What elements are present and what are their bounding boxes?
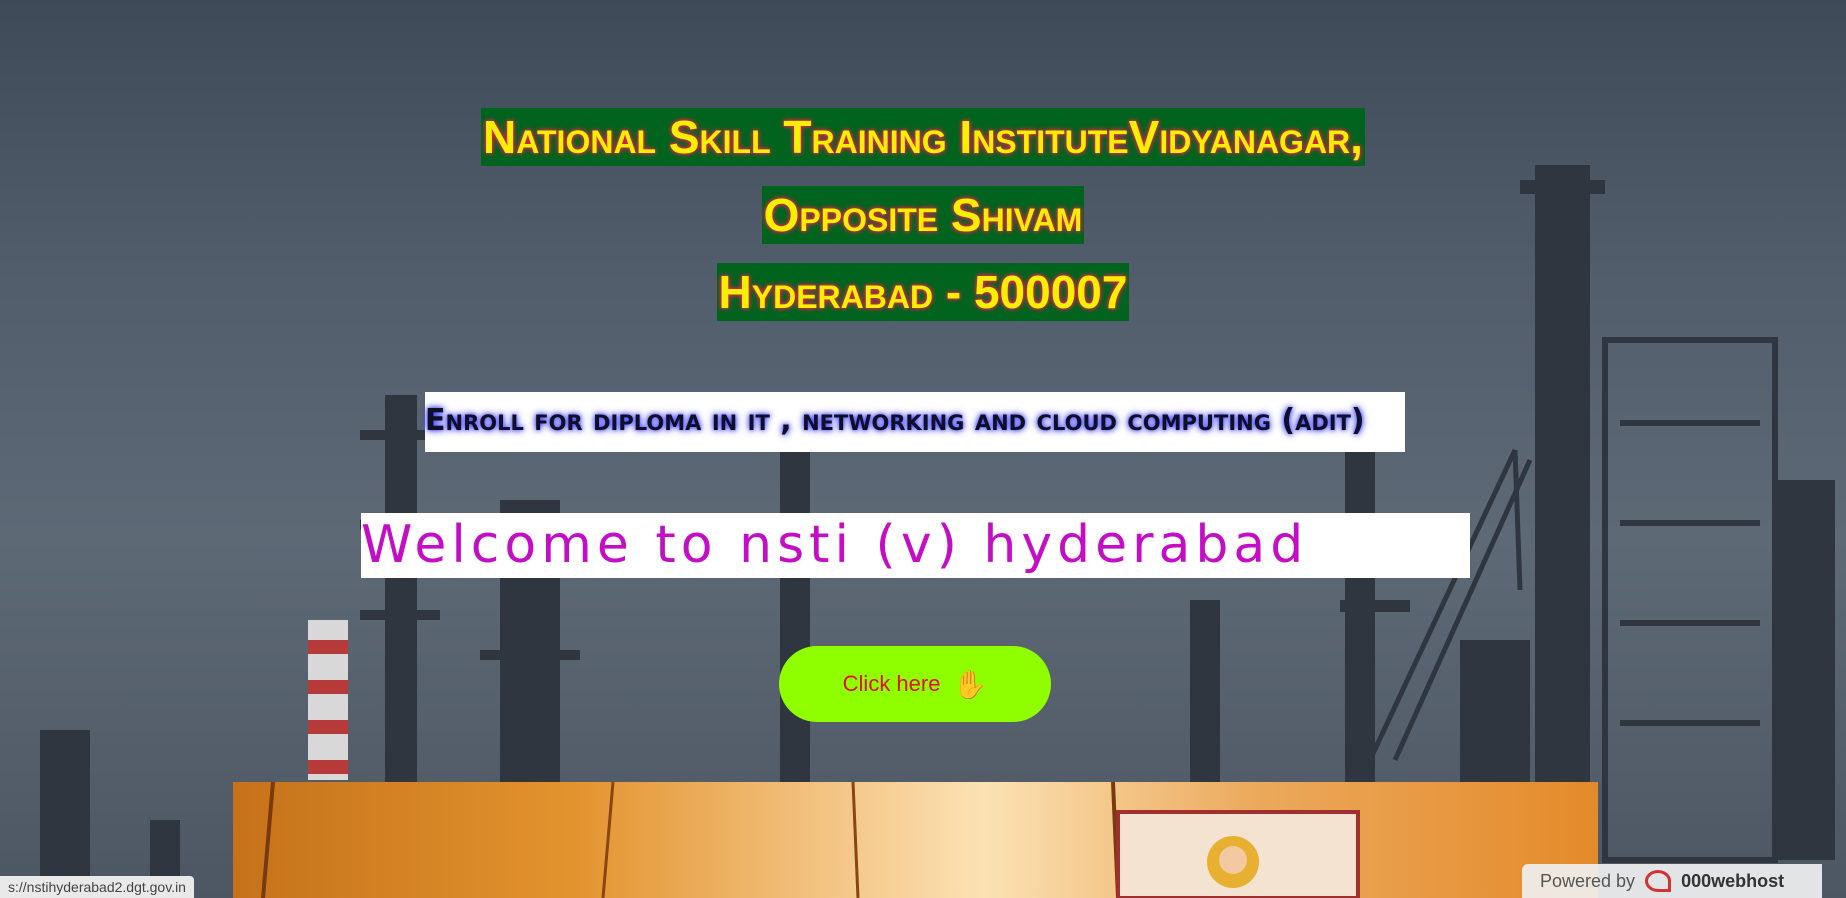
campus-photo bbox=[233, 782, 1598, 898]
powered-by-brand: 000webhost bbox=[1681, 870, 1785, 891]
enroll-banner: Enroll for diploma in it , networking an… bbox=[425, 392, 1405, 452]
click-here-label: Click here bbox=[842, 671, 941, 696]
address-line-heading: Opposite Shivam bbox=[0, 186, 1846, 244]
address-line-text: Opposite Shivam bbox=[761, 186, 1085, 244]
powered-by-badge[interactable]: Powered by 000webhost bbox=[1522, 864, 1822, 898]
city-pincode-text: Hyderabad - 500007 bbox=[716, 263, 1130, 321]
institute-name-heading: National Skill Training InstituteVidyana… bbox=[0, 108, 1846, 166]
institute-name-text: National Skill Training InstituteVidyana… bbox=[481, 108, 1365, 166]
city-pincode-heading: Hyderabad - 500007 bbox=[0, 263, 1846, 321]
welcome-banner: Welcome to nsti (v) hyderabad bbox=[361, 513, 1470, 578]
click-here-button[interactable]: Click here ✋ bbox=[779, 646, 1051, 722]
status-bar-url: s://nstihyderabad2.dgt.gov.in bbox=[0, 876, 194, 898]
powered-by-label: Powered by bbox=[1540, 870, 1636, 891]
webhost-logo-icon bbox=[1645, 870, 1672, 892]
raised-hand-icon: ✋ bbox=[952, 668, 988, 700]
